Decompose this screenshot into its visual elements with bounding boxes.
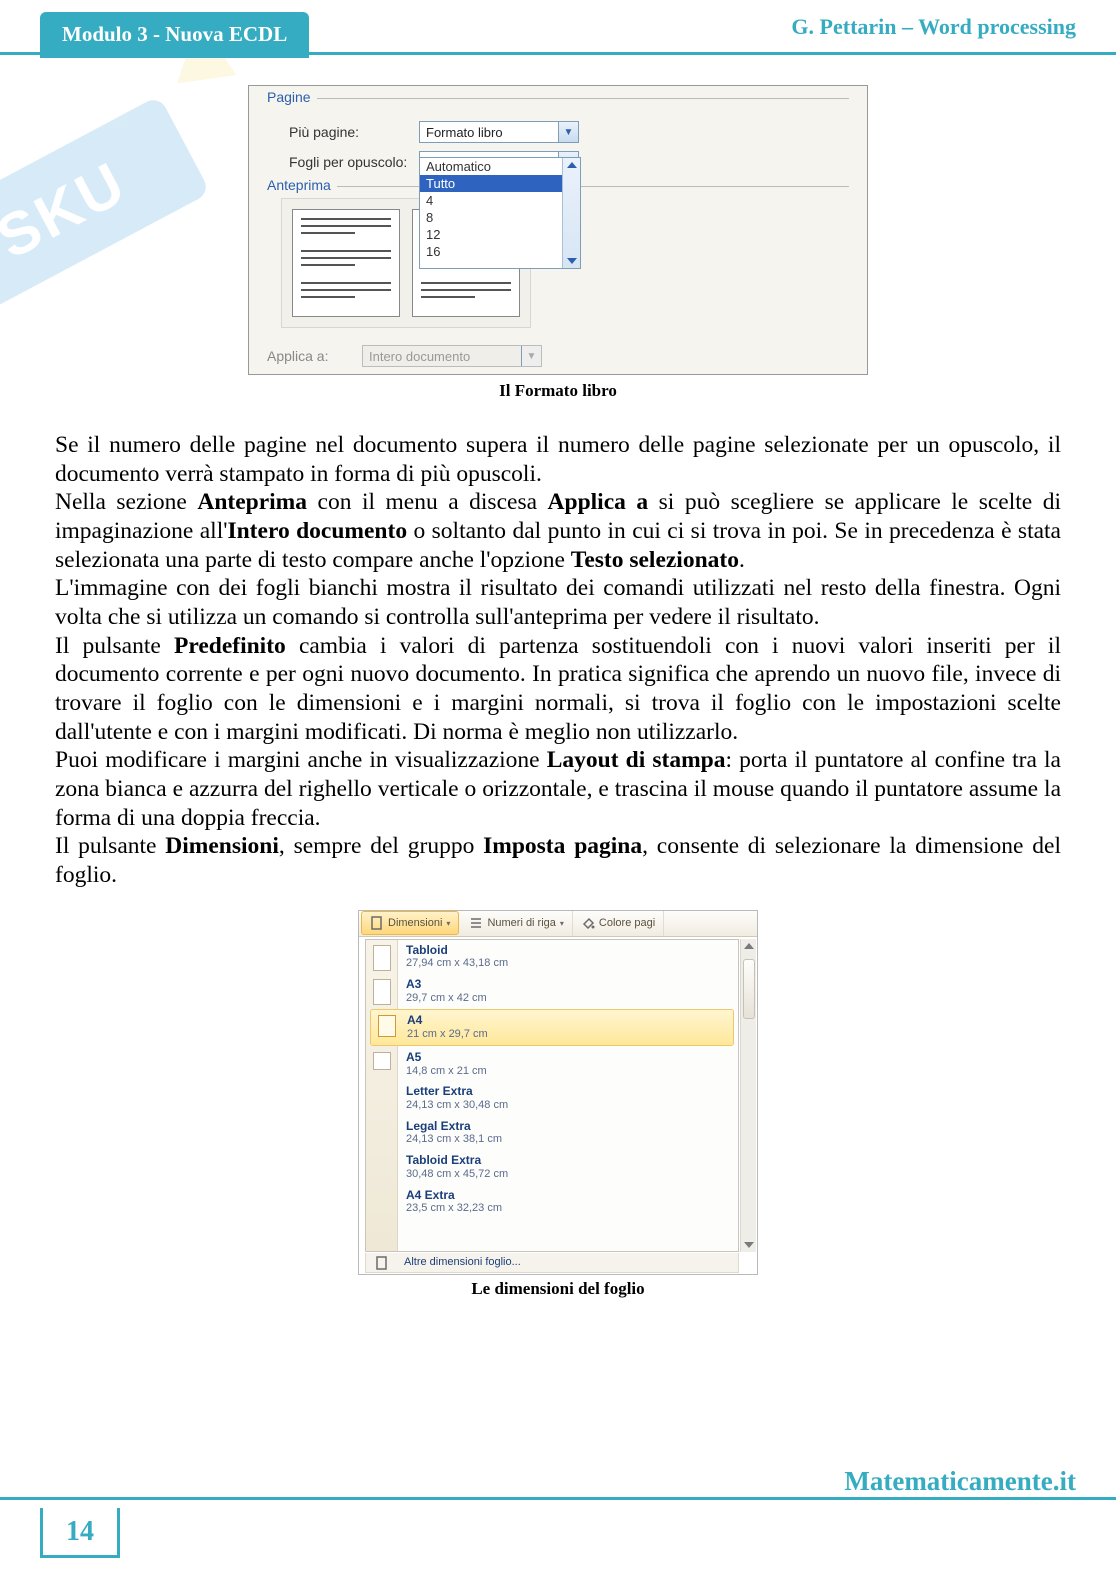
paragraph-6: Il pulsante Dimensioni, sempre del grupp… [55,832,1061,889]
size-a4[interactable]: A421 cm x 29,7 cm [370,1009,734,1045]
page-icon [373,945,391,971]
page-header: Modulo 3 - Nuova ECDL G. Pettarin – Word… [0,0,1116,55]
document-body: Se il numero delle pagine nel documento … [0,401,1116,890]
more-sizes-item[interactable]: Altre dimensioni foglio... [365,1253,739,1273]
group-preview-label: Anteprima [267,177,337,193]
paragraph-2: Nella sezione Anteprima con il menu a di… [55,488,1061,574]
ribbon: Dimensioni▾ Numeri di riga▾ Colore pagi [359,911,757,937]
multi-pages-combo[interactable]: Formato libro ▼ [419,121,579,143]
size-legal-extra[interactable]: Legal Extra24,13 cm x 38,1 cm [366,1116,738,1150]
size-letter-extra[interactable]: Letter Extra24,13 cm x 30,48 cm [366,1081,738,1115]
size-tabloid[interactable]: Tabloid27,94 cm x 43,18 cm [366,940,738,974]
scrollbar-thumb[interactable] [743,959,755,1019]
lines-icon [469,916,483,930]
size-tabloid-extra[interactable]: Tabloid Extra30,48 cm x 45,72 cm [366,1150,738,1184]
group-pages-label: Pagine [267,89,317,105]
bucket-icon [581,916,595,930]
listbox-scrollbar[interactable] [562,158,580,268]
dimensioni-button[interactable]: Dimensioni▾ [361,911,459,935]
figure2-caption: Le dimensioni del foglio [0,1279,1116,1299]
page-number: 14 [40,1508,120,1558]
page-icon [373,1052,391,1070]
page-icon [375,1256,389,1270]
multi-pages-value: Formato libro [426,125,503,140]
paragraph-4: Il pulsante Predefinito cambia i valori … [55,632,1061,747]
size-a4-extra[interactable]: A4 Extra23,5 cm x 32,23 cm [366,1185,738,1219]
page-setup-dialog: Pagine Più pagine: Formato libro ▼ Fogli… [248,85,868,375]
paragraph-3: L'immagine con dei fogli bianchi mostra … [55,574,1061,631]
size-a3[interactable]: A329,7 cm x 42 cm [366,974,738,1008]
page-icon [370,916,384,930]
size-list[interactable]: Tabloid27,94 cm x 43,18 cm A329,7 cm x 4… [365,939,739,1252]
option-tutto[interactable]: Tutto [420,175,580,192]
line-numbers-button[interactable]: Numeri di riga▾ [461,911,572,936]
apply-to-value: Intero documento [369,349,470,364]
header-tab: Modulo 3 - Nuova ECDL [40,12,309,58]
option-8[interactable]: 8 [420,209,580,226]
option-auto[interactable]: Automatico [420,158,580,175]
sheets-option-list[interactable]: Automatico Tutto 4 8 12 16 [419,157,581,269]
multi-pages-label: Più pagine: [289,124,419,140]
sheets-label: Fogli per opuscolo: [289,154,419,170]
header-author: G. Pettarin – Word processing [791,14,1076,40]
apply-to-label: Applica a: [267,348,362,364]
option-12[interactable]: 12 [420,226,580,243]
option-16[interactable]: 16 [420,243,580,260]
page-color-button[interactable]: Colore pagi [573,911,664,936]
size-a5[interactable]: A514,8 cm x 21 cm [366,1047,738,1081]
page-footer: Matematicamente.it 14 [0,1497,1116,1579]
page-icon [373,979,391,1005]
paragraph-5: Puoi modificare i margini anche in visua… [55,746,1061,832]
paragraph-1: Se il numero delle pagine nel documento … [55,431,1061,488]
page-icon [378,1015,396,1037]
figure1-caption: Il Formato libro [0,381,1116,401]
chevron-down-icon: ▼ [521,346,541,366]
apply-to-combo: Intero documento ▼ [362,345,542,367]
chevron-down-icon[interactable]: ▼ [558,122,578,142]
preview-left-page [292,209,400,317]
option-4[interactable]: 4 [420,192,580,209]
footer-site: Matematicamente.it [844,1466,1076,1497]
page-size-menu: Dimensioni▾ Numeri di riga▾ Colore pagi … [358,910,758,1275]
